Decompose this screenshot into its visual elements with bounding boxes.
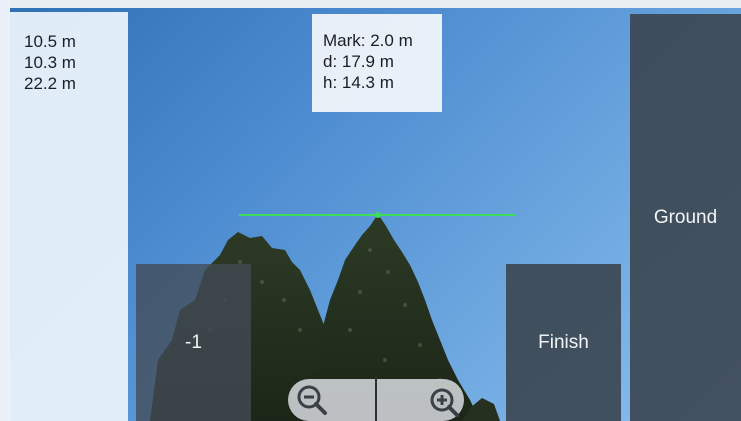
measurement-value: 22.2 m xyxy=(24,74,76,93)
ground-label: Ground xyxy=(653,206,718,228)
finish-button[interactable]: Finish xyxy=(506,264,621,421)
left-bezel xyxy=(0,0,10,421)
distance-readout: d: 17.9 m xyxy=(323,52,394,71)
mark-readout: Mark: 2.0 m xyxy=(323,31,413,50)
decrement-label: -1 xyxy=(185,331,202,353)
finish-label: Finish xyxy=(538,331,589,353)
zoom-in-icon[interactable] xyxy=(424,382,460,418)
zoom-out-icon[interactable] xyxy=(294,382,330,418)
height-readout: h: 14.3 m xyxy=(323,73,394,92)
measurement-value: 10.3 m xyxy=(24,53,76,72)
measurement-value: 10.5 m xyxy=(24,32,76,51)
zoom-divider xyxy=(375,375,377,421)
measurement-panel: 10.5 m 10.3 m 22.2 m xyxy=(10,12,128,421)
zoom-control xyxy=(288,375,464,421)
decrement-button[interactable]: -1 xyxy=(136,264,251,421)
ground-button[interactable]: Ground xyxy=(630,14,741,421)
camera-viewfinder: 10.5 m 10.3 m 22.2 m Mark: 2.0 m d: 17.9… xyxy=(0,0,741,421)
top-bezel xyxy=(0,0,741,8)
info-panel: Mark: 2.0 m d: 17.9 m h: 14.3 m xyxy=(312,14,442,112)
